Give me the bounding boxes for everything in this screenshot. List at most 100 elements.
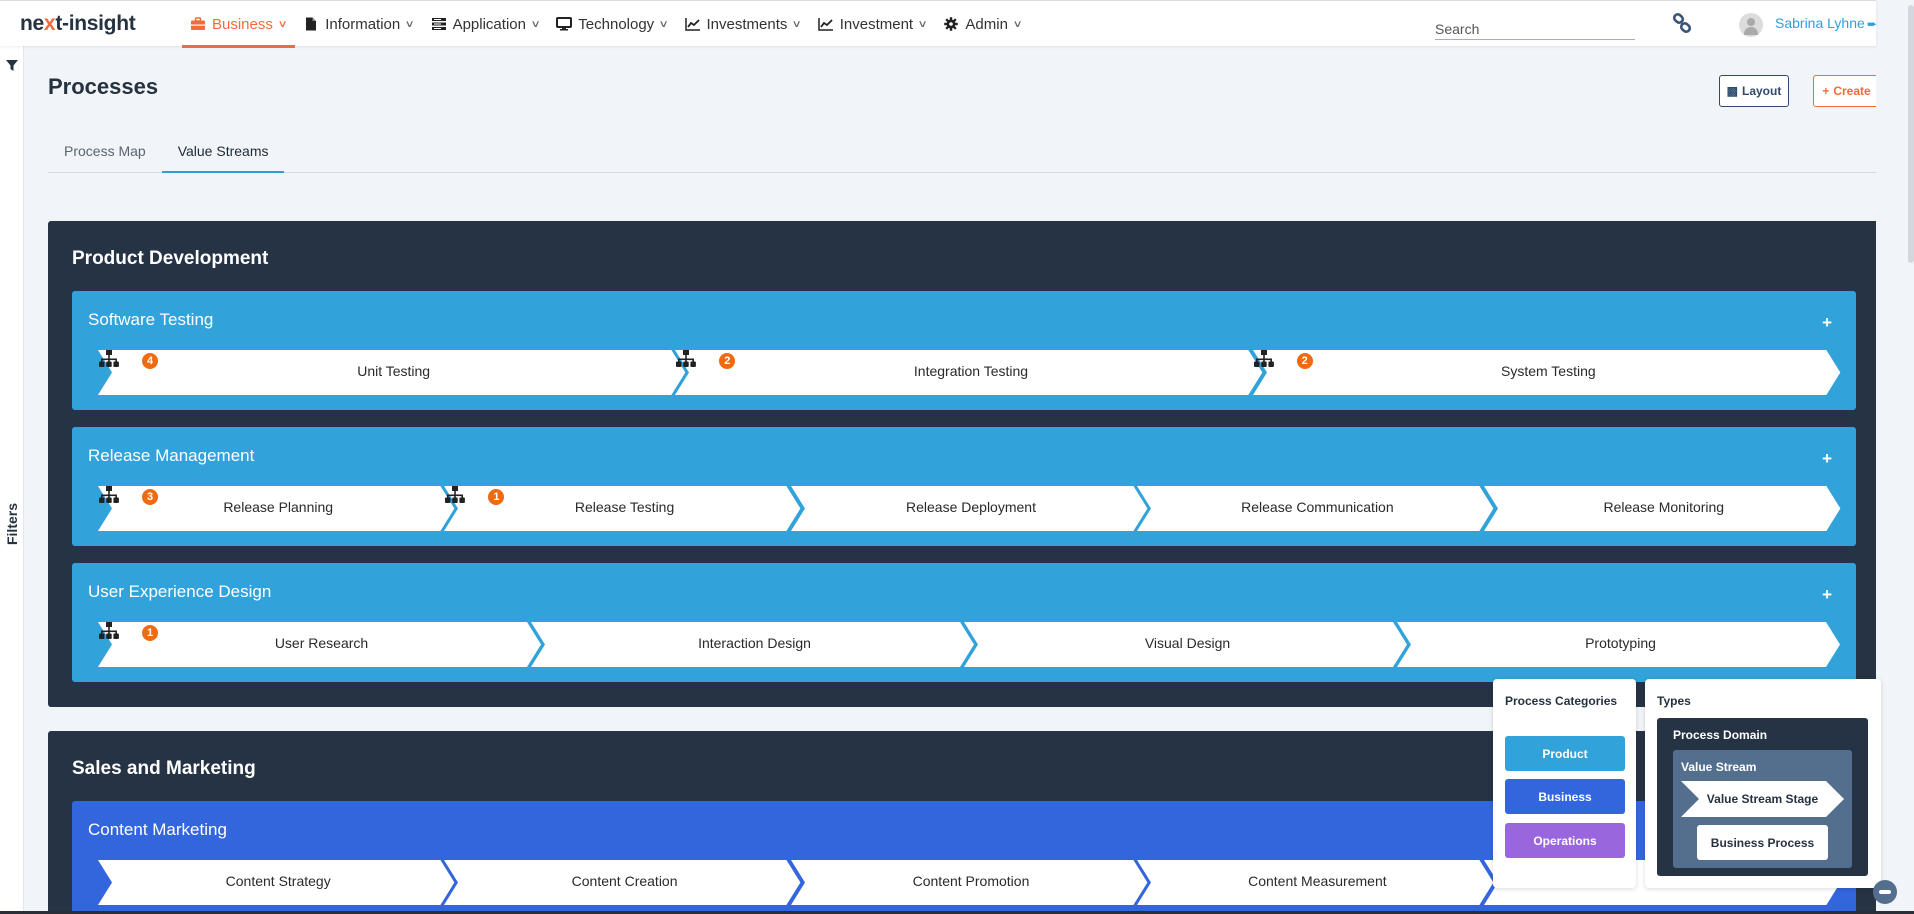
value-stream-title[interactable]: Content Marketing bbox=[88, 820, 227, 840]
tab-value-streams[interactable]: Value Streams bbox=[161, 133, 285, 173]
stage-label: Integration Testing bbox=[913, 363, 1029, 379]
nav-item-label: Investments bbox=[706, 15, 788, 33]
value-stream-stage[interactable]: Release Communication bbox=[1137, 486, 1497, 531]
line-chart-icon bbox=[684, 17, 701, 31]
legend-type-process-domain: Process Domain Value Stream Value Stream… bbox=[1657, 718, 1868, 876]
stage-label: Release Planning bbox=[223, 499, 334, 515]
page-title: Processes bbox=[48, 74, 159, 99]
desktop-icon bbox=[556, 17, 573, 31]
legend-type-value-stream: Value Stream Value Stream Stage Business… bbox=[1673, 750, 1852, 868]
nav-item-label: Admin bbox=[965, 15, 1008, 33]
server-icon bbox=[431, 17, 447, 31]
value-stream-stage[interactable]: Integration Testing 2 bbox=[675, 350, 1266, 395]
process-domain-product-development: Product Development Software Testing + Unit… bbox=[48, 221, 1880, 707]
value-stream-stage[interactable]: Unit Testing 4 bbox=[98, 350, 689, 395]
value-stream-stage[interactable]: Release Deployment bbox=[790, 486, 1151, 531]
value-stream-stage[interactable]: Content Measurement bbox=[1137, 860, 1497, 905]
process-domain-title[interactable]: Product Development bbox=[72, 248, 268, 270]
nav-item-label: Investment bbox=[839, 15, 914, 33]
briefcase-icon bbox=[190, 17, 206, 31]
tab-process-map[interactable]: Process Map bbox=[48, 133, 162, 173]
value-stream-stage[interactable]: User Research 1 bbox=[98, 622, 545, 667]
collapse-legend-button[interactable] bbox=[1873, 880, 1897, 904]
nav-item-investments[interactable]: Investments ∨ bbox=[677, 1, 810, 47]
create-button[interactable]: + Create bbox=[1813, 75, 1880, 107]
legend-type-stage: Value Stream Stage bbox=[1681, 781, 1844, 817]
sitemap-icon[interactable] bbox=[98, 622, 120, 640]
value-stream-stage[interactable]: System Testing 2 bbox=[1252, 350, 1844, 395]
logout-icon[interactable]: ➨ bbox=[1867, 17, 1877, 31]
value-stream-stage[interactable]: Release Planning 3 bbox=[98, 486, 458, 531]
nav-item-label: Information bbox=[325, 15, 401, 33]
nav-item-label: Business bbox=[212, 15, 273, 33]
legend-type-domain-label: Process Domain bbox=[1673, 728, 1768, 742]
chevron-down-icon: ∨ bbox=[917, 18, 928, 30]
category-chip-operations[interactable]: Operations bbox=[1505, 823, 1625, 858]
search-input[interactable] bbox=[1435, 18, 1635, 40]
stage-label: Release Monitoring bbox=[1603, 499, 1725, 515]
link-icon[interactable] bbox=[1672, 13, 1692, 33]
value-stream-stage[interactable]: Release Testing 1 bbox=[444, 486, 804, 531]
legend-types: Types Process Domain Value Stream Value … bbox=[1645, 679, 1881, 888]
layout-button[interactable]: ▩ Layout bbox=[1719, 75, 1789, 107]
value-stream-stages: Release Planning 3 Release Testing 1 Release… bbox=[98, 486, 1840, 531]
value-stream-title[interactable]: User Experience Design bbox=[88, 582, 271, 602]
value-stream-stage[interactable]: Content Creation bbox=[444, 860, 804, 905]
add-stage-icon[interactable]: + bbox=[1822, 585, 1832, 605]
filters-sidebar[interactable]: Filters bbox=[0, 46, 24, 914]
legend-type-stage-label: Value Stream Stage bbox=[1706, 792, 1819, 806]
plus-icon: + bbox=[1822, 84, 1830, 98]
user-avatar[interactable] bbox=[1739, 13, 1763, 37]
value-stream-stage[interactable]: Release Monitoring bbox=[1483, 486, 1844, 531]
process-domain-title[interactable]: Sales and Marketing bbox=[72, 758, 256, 780]
process-count-badge: 2 bbox=[1296, 353, 1313, 369]
value-stream-user-experience-design: User Experience Design + User Research 1 Int… bbox=[72, 563, 1856, 682]
user-name-link[interactable]: Sabrina Lyhne bbox=[1775, 15, 1865, 31]
stage-label: Prototyping bbox=[1585, 635, 1656, 651]
legend-type-vs-label: Value Stream bbox=[1681, 760, 1757, 774]
value-stream-stage[interactable]: Visual Design bbox=[964, 622, 1411, 667]
category-chip-product[interactable]: Product bbox=[1505, 736, 1625, 771]
value-stream-stage[interactable]: Interaction Design bbox=[531, 622, 978, 667]
category-chip-business[interactable]: Business bbox=[1505, 779, 1625, 814]
tab-bar: Process Map Value Streams bbox=[48, 133, 1880, 173]
chevron-down-icon: ∨ bbox=[1012, 18, 1023, 30]
value-stream-stage[interactable]: Content Strategy bbox=[98, 860, 458, 905]
value-stream-stage[interactable]: Content Promotion bbox=[790, 860, 1151, 905]
value-stream-title[interactable]: Release Management bbox=[88, 446, 254, 466]
stage-label: Unit Testing bbox=[357, 363, 431, 379]
chevron-down-icon: ∨ bbox=[277, 18, 288, 30]
value-stream-title[interactable]: Software Testing bbox=[88, 310, 213, 330]
app-logo[interactable]: next-insight bbox=[20, 12, 136, 36]
sitemap-icon[interactable] bbox=[1253, 350, 1275, 368]
stage-label: Content Strategy bbox=[225, 873, 331, 889]
chevron-down-icon: ∨ bbox=[404, 18, 416, 30]
stage-label: System Testing bbox=[1500, 363, 1596, 379]
sitemap-icon: ▩ bbox=[1726, 84, 1738, 98]
sitemap-icon[interactable] bbox=[98, 350, 120, 368]
nav-item-label: Technology bbox=[578, 15, 655, 33]
stage-label: Release Communication bbox=[1241, 499, 1394, 515]
value-stream-stage[interactable]: Prototyping bbox=[1397, 622, 1844, 667]
nav-item-investment[interactable]: Investment ∨ bbox=[810, 1, 936, 47]
sitemap-icon[interactable] bbox=[444, 486, 466, 504]
filters-label[interactable]: Filters bbox=[4, 498, 20, 550]
chevron-down-icon: ∨ bbox=[658, 18, 669, 30]
filter-icon[interactable] bbox=[6, 60, 18, 72]
process-count-badge: 3 bbox=[142, 489, 158, 505]
legend-type-business-process: Business Process bbox=[1697, 825, 1828, 860]
stage-label: Content Promotion bbox=[912, 873, 1030, 889]
nav-item-application[interactable]: Application ∨ bbox=[423, 1, 549, 47]
file-icon bbox=[303, 17, 319, 31]
legend-types-heading: Types bbox=[1657, 694, 1691, 708]
nav-item-admin[interactable]: Admin ∨ bbox=[935, 1, 1030, 47]
add-stage-icon[interactable]: + bbox=[1822, 313, 1832, 333]
nav-item-business[interactable]: Business ∨ bbox=[182, 1, 296, 48]
add-stage-icon[interactable]: + bbox=[1822, 449, 1832, 469]
sitemap-icon[interactable] bbox=[675, 350, 697, 368]
scrollbar-thumb[interactable] bbox=[1908, 5, 1914, 263]
nav-item-information[interactable]: Information ∨ bbox=[295, 1, 422, 47]
nav-item-technology[interactable]: Technology ∨ bbox=[548, 1, 676, 47]
sitemap-icon[interactable] bbox=[98, 486, 120, 504]
create-button-label: Create bbox=[1833, 84, 1871, 98]
